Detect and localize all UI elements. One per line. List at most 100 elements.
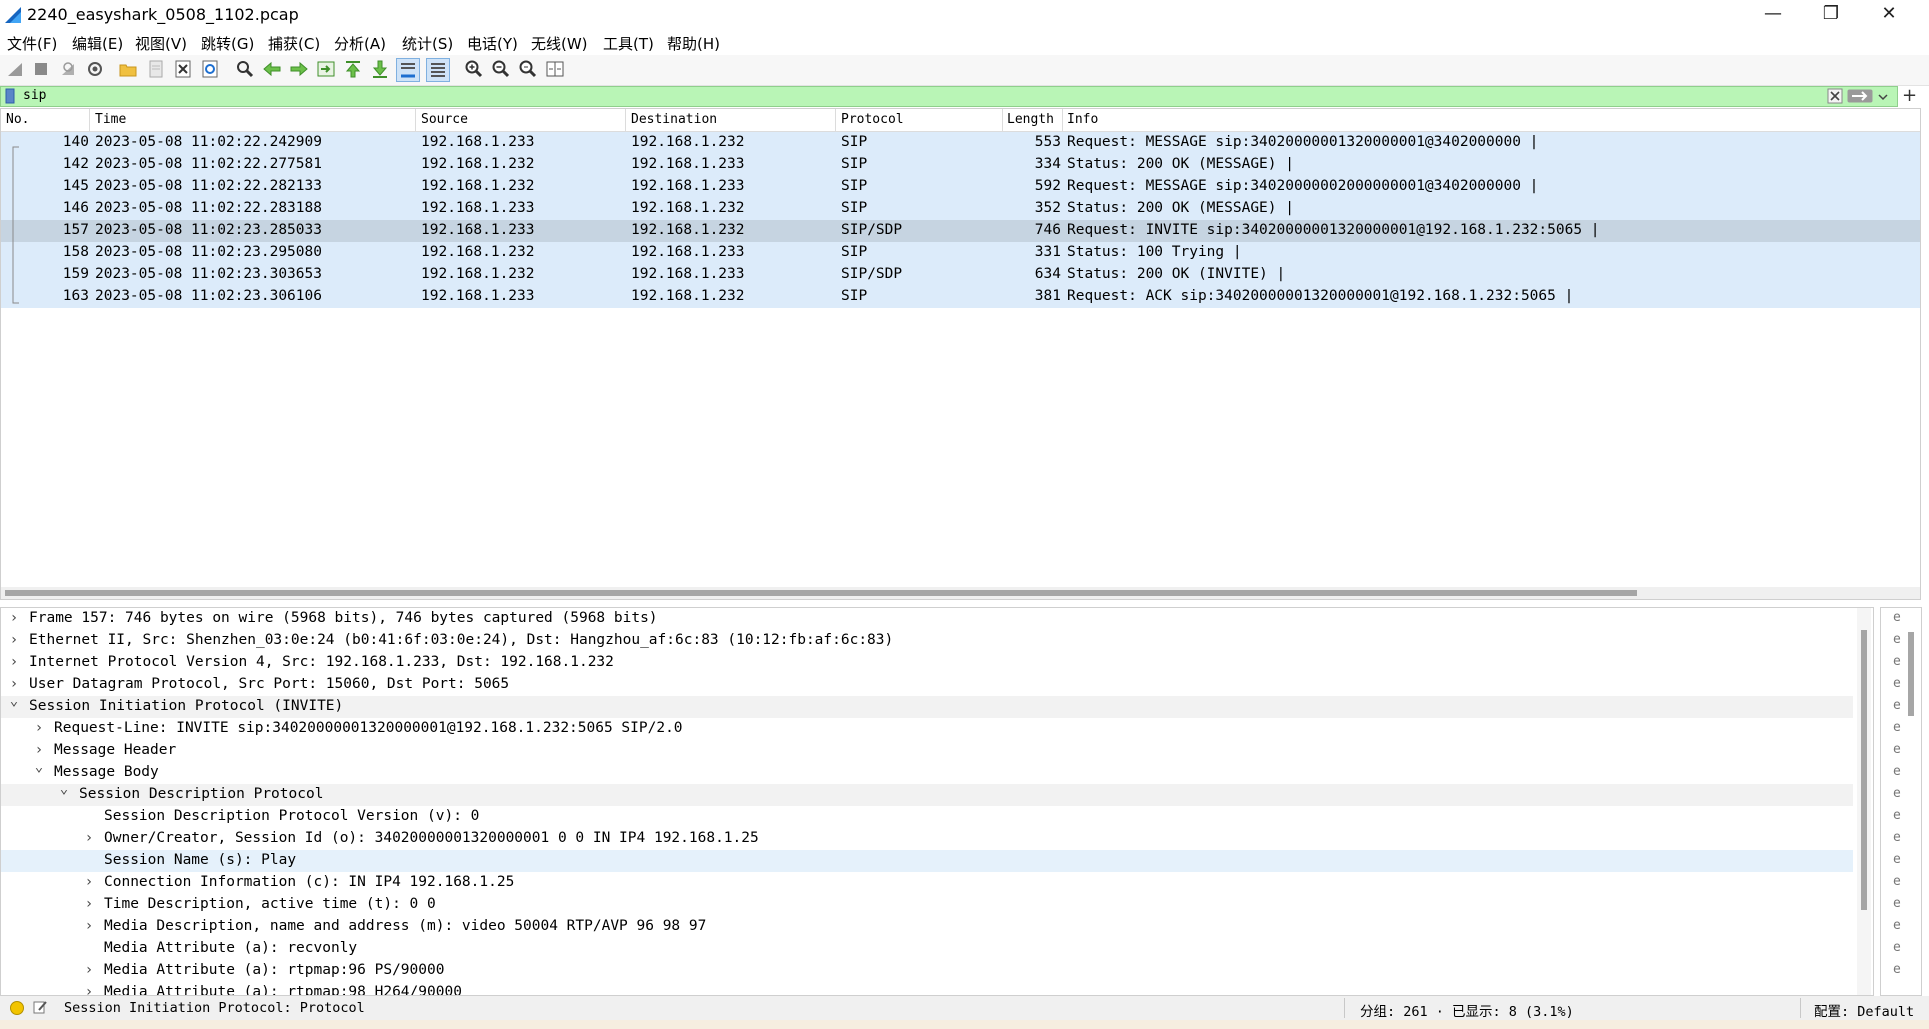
column-header-time[interactable]: Time — [95, 112, 126, 127]
detail-tree-item[interactable]: Session Description Protocol Version (v)… — [1, 806, 1853, 828]
chevron-down-icon[interactable]: ⌄ — [32, 759, 46, 775]
menu-wireless[interactable]: 无线(W) — [531, 33, 588, 54]
stop-capture-icon[interactable] — [30, 58, 52, 80]
close-button[interactable]: ✕ — [1860, 0, 1918, 30]
packet-row[interactable]: 146 2023-05-08 11:02:22.283188 192.168.1.2… — [1, 198, 1920, 220]
chevron-right-icon[interactable]: › — [7, 632, 21, 648]
chevron-right-icon[interactable]: › — [82, 874, 96, 890]
column-header-length[interactable]: Length — [1007, 112, 1054, 127]
chevron-down-icon[interactable] — [1877, 91, 1889, 103]
chevron-right-icon[interactable]: › — [32, 742, 46, 758]
column-header-info[interactable]: Info — [1067, 112, 1098, 127]
packet-row[interactable]: 140 2023-05-08 11:02:22.242909 192.168.1.2… — [1, 132, 1920, 154]
detail-tree-item[interactable]: › Ethernet II, Src: Shenzhen_03:0e:24 (b0… — [1, 630, 1853, 652]
go-last-packet-icon[interactable] — [369, 58, 391, 80]
display-filter-input[interactable]: sip — [23, 88, 46, 103]
bytes-line: e — [1893, 874, 1901, 889]
open-file-icon[interactable] — [117, 58, 139, 80]
scroll-thumb[interactable] — [1861, 630, 1867, 910]
zoom-in-icon[interactable] — [463, 58, 485, 80]
expert-info-icon[interactable] — [10, 1001, 24, 1015]
packet-list-horizontal-scrollbar[interactable] — [1, 587, 1920, 599]
menu-edit[interactable]: 编辑(E) — [72, 33, 123, 54]
column-header-source[interactable]: Source — [421, 112, 468, 127]
scroll-thumb[interactable] — [5, 590, 1637, 596]
detail-tree-item[interactable]: Session Name (s): Play — [1, 850, 1853, 872]
close-file-icon[interactable] — [172, 58, 194, 80]
detail-tree-item[interactable]: › Media Description, name and address (m)… — [1, 916, 1853, 938]
menu-help[interactable]: 帮助(H) — [667, 33, 720, 54]
scroll-thumb[interactable] — [1908, 632, 1914, 716]
menu-file[interactable]: 文件(F) — [7, 33, 57, 54]
menu-view[interactable]: 视图(V) — [135, 33, 187, 54]
filter-clear-icon[interactable] — [1827, 88, 1843, 104]
filter-apply-arrow-icon[interactable] — [1847, 89, 1873, 103]
chevron-right-icon[interactable]: › — [7, 676, 21, 692]
detail-tree-item[interactable]: Media Attribute (a): recvonly — [1, 938, 1853, 960]
chevron-right-icon[interactable]: › — [82, 830, 96, 846]
chevron-right-icon[interactable]: › — [82, 962, 96, 978]
menu-tools[interactable]: 工具(T) — [603, 33, 654, 54]
packet-row[interactable]: 142 2023-05-08 11:02:22.277581 192.168.1.2… — [1, 154, 1920, 176]
chevron-right-icon[interactable]: › — [7, 610, 21, 626]
reload-file-icon[interactable] — [199, 58, 221, 80]
column-header-destination[interactable]: Destination — [631, 112, 717, 127]
packet-bytes-pane[interactable]: eeeeeeeeeeeeeeeee — [1880, 607, 1922, 996]
packet-list[interactable]: No. Time Source Destination Protocol Len… — [0, 108, 1921, 600]
chevron-down-icon[interactable]: ⌄ — [7, 693, 21, 709]
chevron-right-icon[interactable]: › — [82, 918, 96, 934]
go-back-icon[interactable] — [261, 58, 283, 80]
packet-row[interactable]: 145 2023-05-08 11:02:22.282133 192.168.1.2… — [1, 176, 1920, 198]
packet-row[interactable]: 158 2023-05-08 11:02:23.295080 192.168.1.2… — [1, 242, 1920, 264]
packet-row[interactable]: 157 2023-05-08 11:02:23.285033 192.168.1.2… — [1, 220, 1920, 242]
save-file-icon[interactable] — [145, 58, 167, 80]
menu-telephony[interactable]: 电话(Y) — [467, 33, 518, 54]
chevron-right-icon[interactable]: › — [7, 654, 21, 670]
chevron-right-icon[interactable]: › — [32, 720, 46, 736]
packet-details-tree[interactable]: › Frame 157: 746 bytes on wire (5968 bits… — [0, 607, 1874, 996]
zoom-out-icon[interactable] — [490, 58, 512, 80]
chevron-right-icon[interactable]: › — [82, 896, 96, 912]
maximize-button[interactable]: ❐ — [1802, 0, 1860, 30]
menu-statistics[interactable]: 统计(S) — [402, 33, 453, 54]
details-vertical-scrollbar[interactable] — [1857, 608, 1871, 995]
start-capture-icon[interactable] — [4, 58, 26, 80]
colorize-icon[interactable] — [426, 58, 450, 82]
status-profile[interactable]: 配置: Default — [1814, 1000, 1914, 1020]
menu-analyze[interactable]: 分析(A) — [334, 33, 386, 54]
restart-capture-icon[interactable] — [57, 58, 79, 80]
column-header-no[interactable]: No. — [6, 112, 29, 127]
go-to-packet-icon[interactable] — [315, 58, 337, 80]
minimize-button[interactable]: — — [1744, 0, 1802, 30]
packet-row[interactable]: 159 2023-05-08 11:02:23.303653 192.168.1.2… — [1, 264, 1920, 286]
detail-tree-item[interactable]: › Request-Line: INVITE sip:34020000001320… — [1, 718, 1853, 740]
column-header-protocol[interactable]: Protocol — [841, 112, 904, 127]
detail-tree-item[interactable]: ⌄ Message Body — [1, 759, 1853, 784]
zoom-normal-icon[interactable] — [517, 58, 539, 80]
resize-columns-icon[interactable] — [544, 58, 566, 80]
go-forward-icon[interactable] — [288, 58, 310, 80]
detail-tree-item[interactable]: › Owner/Creator, Session Id (o): 34020000… — [1, 828, 1853, 850]
menu-go[interactable]: 跳转(G) — [201, 33, 254, 54]
packet-row[interactable]: 163 2023-05-08 11:02:23.306106 192.168.1.2… — [1, 286, 1920, 308]
detail-tree-item[interactable]: ⌄ Session Initiation Protocol (INVITE) — [1, 693, 1853, 718]
detail-tree-item[interactable]: › Message Header — [1, 740, 1853, 762]
go-first-packet-icon[interactable] — [342, 58, 364, 80]
chevron-right-icon[interactable]: › — [82, 984, 96, 995]
add-filter-button[interactable]: + — [1902, 85, 1917, 106]
detail-tree-item[interactable]: › Media Attribute (a): rtpmap:96 PS/90000 — [1, 960, 1853, 982]
filter-bookmark-icon[interactable] — [5, 88, 15, 104]
auto-scroll-icon[interactable] — [396, 58, 420, 82]
chevron-down-icon[interactable]: ⌄ — [57, 781, 71, 797]
detail-tree-item[interactable]: › Frame 157: 746 bytes on wire (5968 bits… — [1, 608, 1853, 630]
detail-tree-item[interactable]: › Media Attribute (a): rtpmap:98 H264/900… — [1, 982, 1853, 995]
detail-tree-item[interactable]: › Connection Information (c): IN IP4 192.… — [1, 872, 1853, 894]
capture-options-icon[interactable] — [84, 58, 106, 80]
detail-tree-item[interactable]: › User Datagram Protocol, Src Port: 15060… — [1, 674, 1853, 696]
find-packet-icon[interactable] — [234, 58, 256, 80]
detail-tree-item[interactable]: › Internet Protocol Version 4, Src: 192.1… — [1, 652, 1853, 674]
capture-comment-icon[interactable] — [32, 999, 48, 1015]
detail-tree-item[interactable]: › Time Description, active time (t): 0 0 — [1, 894, 1853, 916]
detail-tree-item[interactable]: ⌄ Session Description Protocol — [1, 781, 1853, 806]
menu-capture[interactable]: 捕获(C) — [268, 33, 320, 54]
